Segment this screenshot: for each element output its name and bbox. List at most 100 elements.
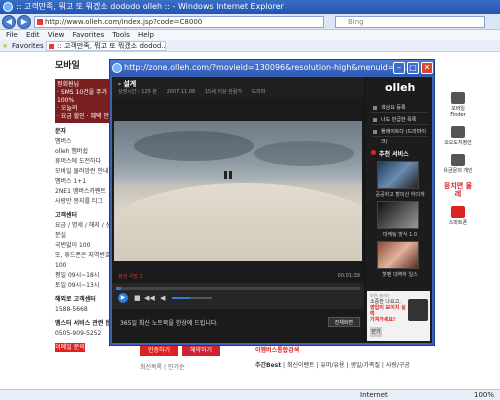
- list-sort-text: 최신목록 | 인기순: [140, 364, 185, 371]
- menu-file[interactable]: File: [6, 31, 18, 39]
- stop-icon[interactable]: ■: [134, 294, 141, 302]
- menu-edit[interactable]: Edit: [26, 31, 40, 39]
- prev-icon[interactable]: ◀◀: [144, 294, 155, 302]
- ie-title-bar[interactable]: :: 고객만족, 뭐고 또 뭐겠소 dododo olleh :: - Wind…: [0, 0, 500, 14]
- meta-rating: 15세 이상 관람가: [204, 89, 242, 95]
- recommend-thumbnail[interactable]: [377, 161, 419, 189]
- recommend-thumbnail[interactable]: [377, 241, 419, 269]
- video-player: - 설계 상영시간 : 125 분 2007.11.08 15세 이상 관람가 …: [112, 77, 364, 343]
- ie-menu-bar: File Edit View Favorites Tools Help: [0, 30, 500, 40]
- recommend-thumbnail[interactable]: [377, 201, 419, 229]
- speaker-icon[interactable]: ◀: [160, 294, 165, 302]
- bottom-link[interactable]: 유머/유용: [320, 362, 344, 369]
- back-button[interactable]: ◀: [2, 15, 16, 29]
- thumbnail-caption: 핫팬 대역하 일스: [382, 272, 418, 278]
- quick-menu-item[interactable]: 스마트폰: [443, 206, 473, 226]
- search-input[interactable]: Bing: [335, 16, 485, 28]
- search-placeholder: Bing: [348, 18, 364, 26]
- side-menu-label: 색상요 등록: [381, 105, 406, 111]
- bottom-link[interactable]: 생일/가족질: [350, 362, 380, 369]
- quick-menu-label: 오오도지정안: [444, 140, 472, 146]
- player-header: - 설계 상영시간 : 125 분 2007.11.08 15세 이상 관람가 …: [112, 77, 364, 97]
- right-quick-menu: 모바일 Finder 오오도지정안 유금문의 개인 뭉치면 올레 스마트폰: [443, 92, 473, 234]
- promo-label: 뭉치면 올레: [443, 182, 473, 198]
- quick-menu-item[interactable]: 유금문의 개인: [443, 154, 473, 174]
- member-search-label: 이멤버스통합검색: [255, 347, 300, 354]
- quick-menu-item[interactable]: 모바일 Finder: [443, 92, 473, 118]
- video-figure: [224, 171, 227, 179]
- recommend-title: 추천 서비스: [371, 149, 409, 158]
- bottom-strip: 인증하기 해약하기 최신목록 | 인기순 이멤버스통합검색 주간Best | 최…: [140, 345, 440, 385]
- tab-label: :: 고객만족, 뭐고 또 뭐겠소 dodod...: [57, 42, 166, 50]
- popup-body: - 설계 상영시간 : 125 분 2007.11.08 15세 이상 관람가 …: [112, 77, 432, 343]
- olleh-logo: olleh: [385, 81, 416, 94]
- cancel-subscription-button[interactable]: 해약하기: [182, 345, 220, 356]
- video-cloud: [254, 141, 354, 166]
- smartphone-icon: [451, 206, 465, 218]
- ie-logo-icon: [112, 63, 122, 73]
- volume-slider[interactable]: [172, 297, 212, 299]
- bullet-icon: [373, 130, 377, 134]
- ad-copy: 소중한 나요고, 영업이 보이지 실력 가져가세요!: [370, 299, 406, 323]
- address-text: http://www.olleh.com/index.jsp?code=C800…: [45, 18, 203, 26]
- video-meta: 상영시간 : 125 분 2007.11.08 15세 이상 관람가 드라마: [118, 88, 273, 95]
- side-menu-label: 나도 만급한 목록: [381, 117, 417, 123]
- thumbnail-caption: 공공하고 할미산 하더게: [375, 192, 425, 198]
- menu-tools[interactable]: Tools: [112, 31, 129, 39]
- store-icon: [451, 126, 465, 138]
- video-popup-window: http://zone.olleh.com/?movieid=130096&re…: [109, 59, 435, 346]
- side-menu-item[interactable]: 플레이트다 (드라마이크): [371, 127, 429, 145]
- video-time: 00:01:39: [337, 273, 360, 279]
- ie-navigation-bar: ◀ ▶ http://www.olleh.com/index.jsp?code=…: [0, 14, 500, 30]
- quick-menu-item[interactable]: 뭉치면 올레: [443, 182, 473, 198]
- meta-runtime: 상영시간 : 125 분: [118, 89, 157, 95]
- fullscreen-button[interactable]: 전체화면: [327, 317, 360, 327]
- ad-line: 가져가세요!: [370, 317, 396, 323]
- quick-menu-label: 모바일 Finder: [450, 106, 466, 118]
- menu-favorites[interactable]: Favorites: [73, 31, 105, 39]
- minimize-button[interactable]: –: [393, 62, 405, 74]
- menu-view[interactable]: View: [48, 31, 65, 39]
- page-icon: [37, 19, 43, 25]
- auth-button[interactable]: 인증하기: [140, 345, 178, 356]
- video-frame[interactable]: [114, 121, 362, 261]
- bottom-link[interactable]: 최신이벤트: [287, 362, 315, 369]
- ad-banner[interactable]: 보연 서비스 소중한 나요고, 영업이 보이지 실력 가져가세요! 닫기: [367, 291, 430, 341]
- quick-menu-item[interactable]: 오오도지정안: [443, 126, 473, 146]
- play-button[interactable]: ▶: [118, 293, 128, 303]
- player-side-panel: olleh 색상요 등록 나도 만급한 목록 플레이트다 (드라마이크) 추천 …: [365, 77, 432, 343]
- seek-bar[interactable]: [116, 287, 360, 290]
- quick-menu-label: 스마트폰: [448, 220, 468, 226]
- close-button[interactable]: ✕: [421, 62, 433, 74]
- ie-title-text: :: 고객만족, 뭐고 또 뭐겠소 dododo olleh :: - Wind…: [16, 2, 284, 11]
- side-menu-item[interactable]: 나도 만급한 목록: [371, 115, 429, 125]
- email-inquiry-button[interactable]: 이메일 문의: [55, 343, 85, 352]
- favorites-button[interactable]: ★ Favorites: [2, 40, 44, 52]
- volume-fill: [172, 297, 190, 299]
- side-menu-label: 플레이트다 (드라마이크): [381, 129, 426, 145]
- meta-date: 2007.11.08: [166, 89, 196, 95]
- bottom-link[interactable]: 사랑/구공: [386, 362, 410, 369]
- video-cloud: [134, 131, 254, 161]
- video-dune: [114, 183, 362, 261]
- tab-page-icon: [49, 44, 54, 49]
- forward-button[interactable]: ▶: [17, 15, 31, 29]
- fee-icon: [451, 154, 465, 166]
- bullet-icon: [373, 118, 377, 122]
- star-icon: ★: [2, 42, 9, 50]
- maximize-button[interactable]: □: [407, 62, 419, 74]
- seek-bar-fill: [116, 287, 121, 290]
- browser-tab[interactable]: :: 고객만족, 뭐고 또 뭐겠소 dodod...: [46, 41, 166, 51]
- member-search[interactable]: 이멤버스통합검색: [255, 345, 435, 356]
- popup-title-bar[interactable]: http://zone.olleh.com/?movieid=130096&re…: [110, 60, 434, 76]
- address-bar[interactable]: http://www.olleh.com/index.jsp?code=C800…: [34, 16, 324, 28]
- security-zone: Internet: [360, 391, 388, 399]
- ad-image: [408, 299, 428, 321]
- bottom-links: 주간Best | 최신이벤트 | 유머/유용 | 생일/가족질 | 사랑/구공: [255, 362, 410, 369]
- video-figure: [229, 171, 232, 179]
- side-menu-item[interactable]: 색상요 등록: [371, 103, 429, 113]
- bottom-link[interactable]: 주간Best: [255, 362, 281, 369]
- menu-help[interactable]: Help: [138, 31, 154, 39]
- ad-close-button[interactable]: 닫기: [370, 327, 382, 337]
- zoom-level[interactable]: 100%: [474, 390, 494, 400]
